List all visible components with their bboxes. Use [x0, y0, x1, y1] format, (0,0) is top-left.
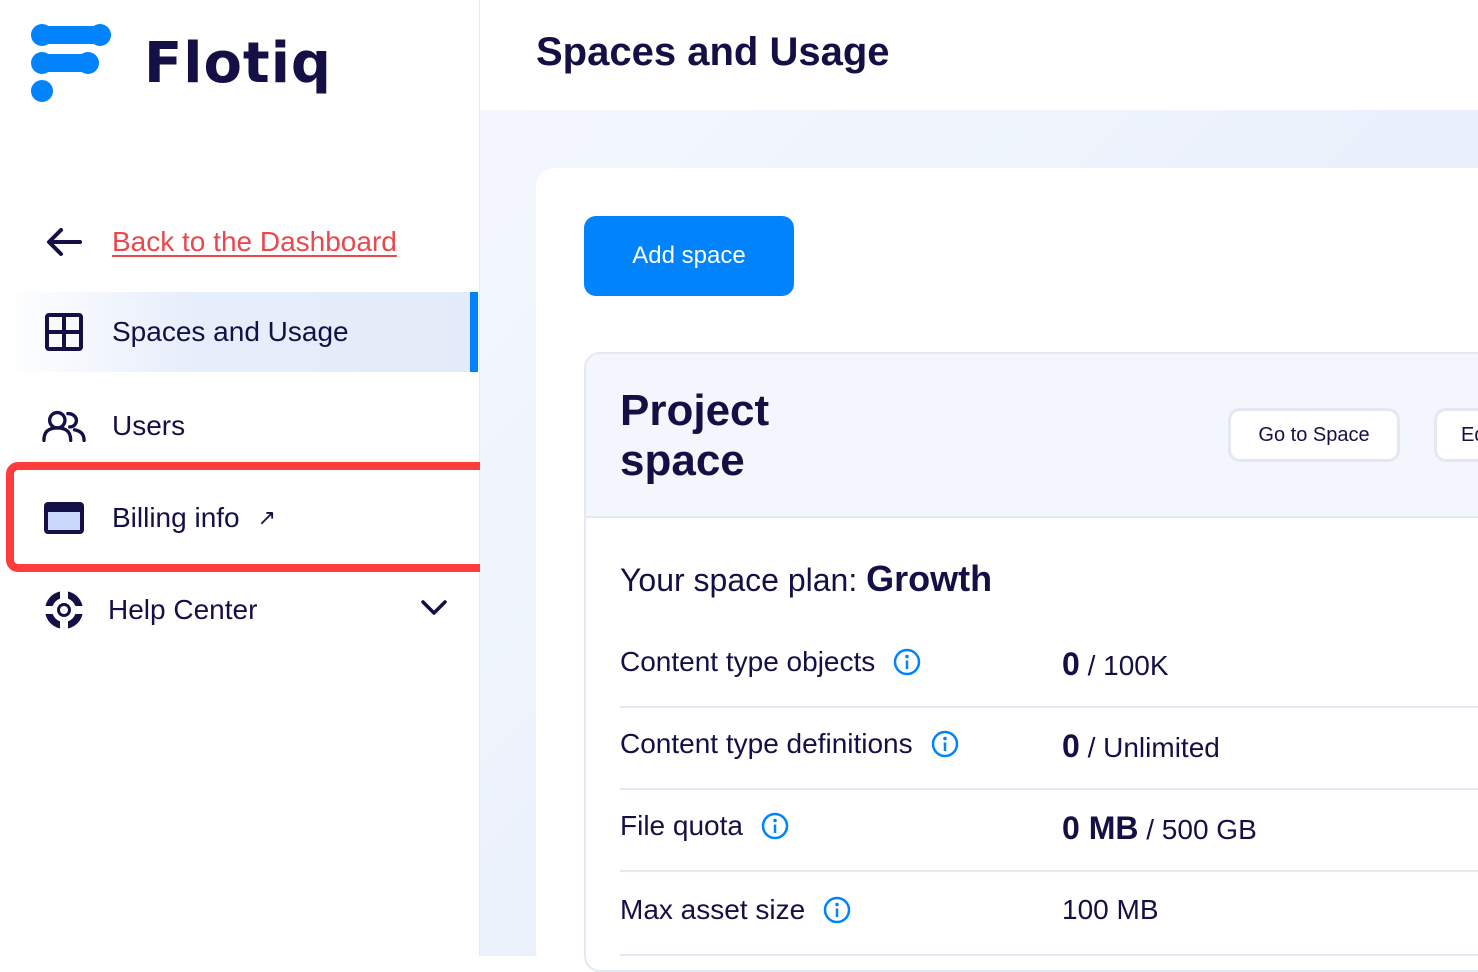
back-link-label[interactable]: Back to the Dashboard	[112, 226, 397, 258]
usage-label: File quota	[620, 810, 743, 841]
usage-row-content-type-objects: Content type objects 0 / 100K	[620, 626, 1478, 708]
usage-label: Content type objects	[620, 646, 876, 677]
back-to-dashboard-link[interactable]: Back to the Dashboard	[0, 202, 478, 282]
space-card: Project space Go to Space Ed Your space …	[584, 352, 1478, 972]
usage-limit: / 500 GB	[1146, 814, 1257, 845]
space-card-header: Project space Go to Space Ed	[586, 354, 1478, 518]
page-header: Spaces and Usage	[480, 0, 1478, 110]
logo-wordmark: Flotiq	[144, 30, 332, 96]
page-title: Spaces and Usage	[536, 30, 890, 74]
usage-value: 0 / Unlimited	[1062, 728, 1220, 765]
usage-value: 0 MB / 500 GB	[1062, 810, 1257, 847]
space-name: Project space	[620, 386, 770, 485]
space-plan: Your space plan: Growth	[620, 558, 992, 600]
info-icon[interactable]	[893, 648, 921, 676]
plan-name: Growth	[866, 558, 993, 599]
sidebar-item-label: Billing info	[112, 502, 240, 533]
usage-limit: 100 MB	[1062, 894, 1159, 925]
sidebar-item-label: Help Center	[108, 594, 258, 625]
sidebar-item-label: Users	[112, 410, 186, 441]
flotiq-logo-icon	[31, 24, 111, 102]
plan-prefix: Your space plan:	[620, 562, 858, 598]
edit-space-button[interactable]: Ed	[1434, 408, 1478, 462]
usage-used: 0	[1062, 646, 1080, 682]
usage-used: 0 MB	[1062, 810, 1139, 846]
usage-label: Content type definitions	[620, 728, 913, 759]
external-link-icon: ↗	[257, 505, 277, 530]
sidebar-item-help-center[interactable]: Help Center	[0, 570, 478, 650]
info-icon[interactable]	[823, 896, 851, 924]
lifebuoy-icon	[42, 588, 86, 632]
usage-value: 0 / 100K	[1062, 646, 1169, 683]
usage-row-file-quota: File quota 0 MB / 500 GB	[620, 790, 1478, 872]
users-icon	[42, 404, 86, 448]
sidebar-item-spaces-and-usage[interactable]: Spaces and Usage	[0, 292, 478, 372]
credit-card-icon	[42, 496, 86, 540]
sidebar-item-billing-info[interactable]: Billing info ↗	[0, 478, 478, 558]
info-icon[interactable]	[931, 730, 959, 758]
add-space-button[interactable]: Add space	[584, 216, 794, 296]
flotiq-logo[interactable]: Flotiq	[30, 22, 332, 104]
sidebar-item-label: Spaces and Usage	[112, 316, 349, 347]
usage-limit: / Unlimited	[1087, 732, 1220, 763]
sidebar-item-users[interactable]: Users	[0, 386, 478, 466]
usage-row-content-type-definitions: Content type definitions 0 / Unlimited	[620, 708, 1478, 790]
active-indicator	[470, 292, 478, 372]
info-icon[interactable]	[761, 812, 789, 840]
usage-label: Max asset size	[620, 894, 806, 925]
arrow-left-icon	[42, 220, 86, 264]
chevron-down-icon[interactable]	[420, 592, 448, 624]
go-to-space-button[interactable]: Go to Space	[1228, 408, 1400, 462]
usage-used: 0	[1062, 728, 1080, 764]
usage-value: 100 MB	[1062, 894, 1159, 926]
usage-row-max-asset-size: Max asset size 100 MB	[620, 874, 1478, 956]
usage-limit: / 100K	[1087, 650, 1169, 681]
sidebar: Flotiq Back to the Dashboard Spaces and …	[0, 0, 494, 956]
grid-icon	[42, 310, 86, 354]
